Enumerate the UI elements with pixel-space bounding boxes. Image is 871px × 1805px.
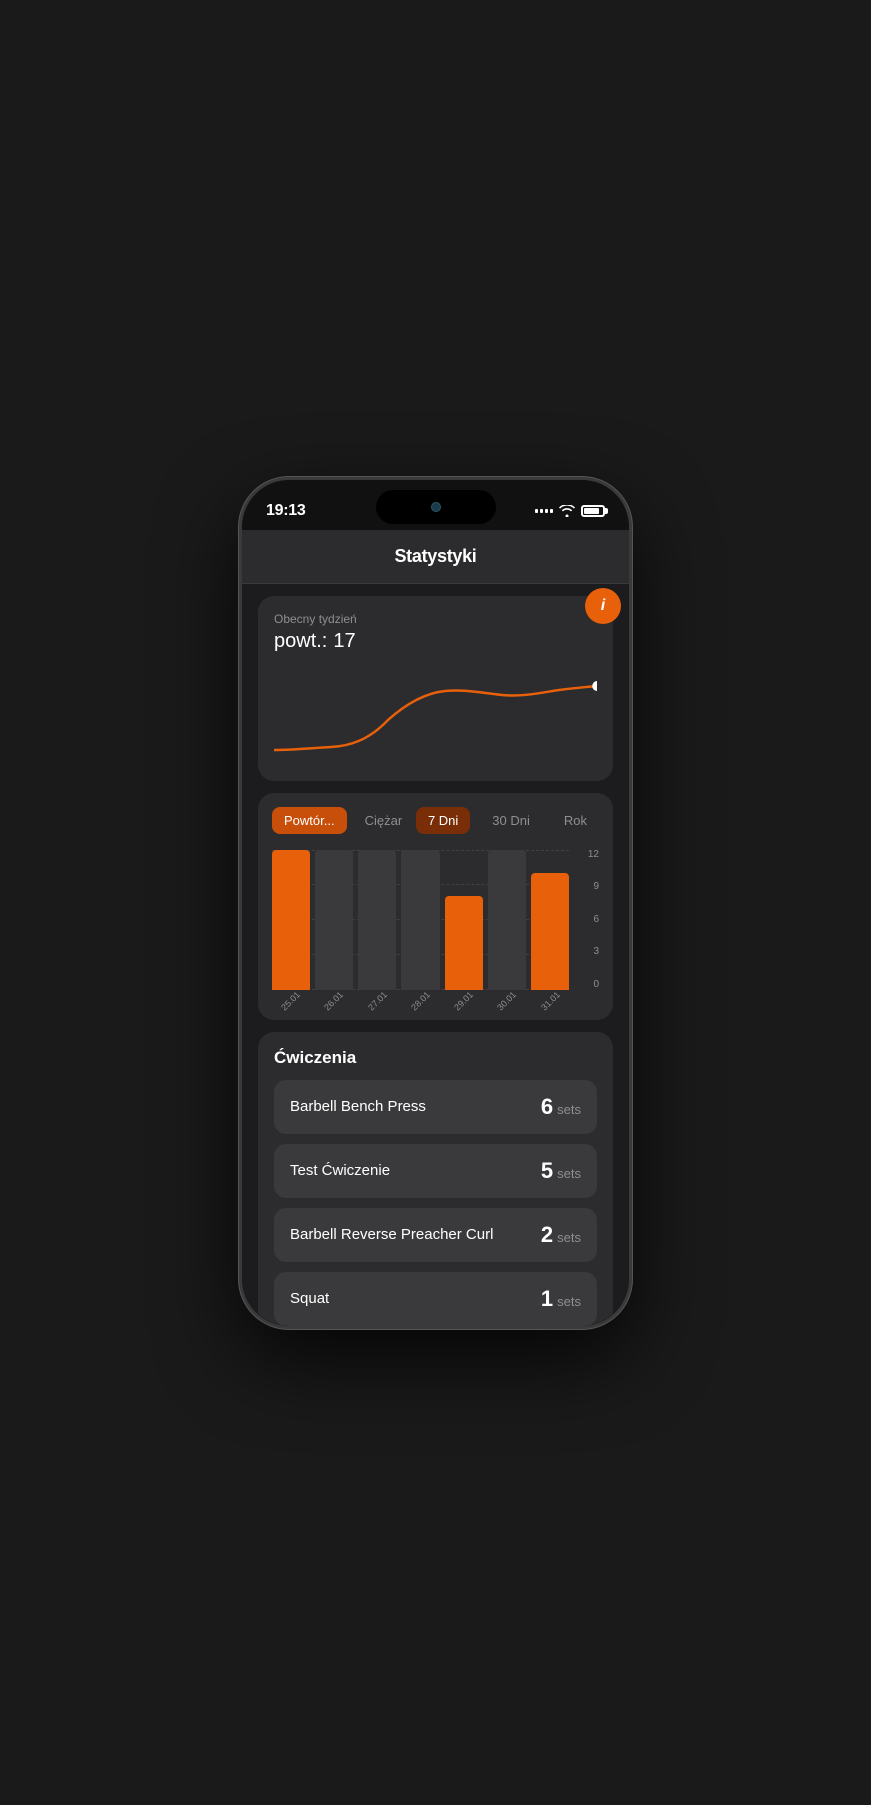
- line-chart: [274, 665, 597, 765]
- bars-container: [272, 850, 599, 990]
- bar-col-5: [445, 850, 483, 990]
- sets-number-4: 1: [541, 1286, 553, 1312]
- bar-col-7: [531, 850, 569, 990]
- chart-metric-prefix: powt.:: [274, 630, 327, 652]
- phone-frame: 19:13: [239, 477, 632, 1329]
- dynamic-island: [376, 490, 496, 524]
- filter-30days[interactable]: 30 Dni: [480, 807, 542, 834]
- bar-col-2: [315, 850, 353, 990]
- phone-inner: 19:13: [242, 480, 629, 1326]
- sets-label-2: sets: [557, 1166, 581, 1181]
- wifi-icon: [559, 505, 575, 517]
- filter-weight[interactable]: Ciężar: [353, 807, 415, 834]
- exercise-item-4[interactable]: Squat 1 sets: [274, 1272, 597, 1326]
- chart-value: powt.: 17: [274, 630, 597, 653]
- battery-fill: [584, 508, 599, 514]
- chart-period-label: Obecny tydzień: [274, 612, 597, 626]
- bar-3: [358, 850, 396, 990]
- exercise-name-2: Test Ćwiczenie: [290, 1161, 390, 1181]
- sets-number-2: 5: [541, 1158, 553, 1184]
- filter-7days[interactable]: 7 Dni: [416, 807, 470, 834]
- page-title: Statystyki: [394, 546, 476, 566]
- scroll-content[interactable]: Statystyki i Obecny tydzień powt.: 17: [242, 530, 629, 1326]
- filter-left: Powtór... Ciężar: [272, 807, 414, 834]
- filter-row: Powtór... Ciężar 7 Dni 30 Dni Rok: [272, 807, 599, 834]
- bar-col-6: [488, 850, 526, 990]
- sets-number-1: 6: [541, 1094, 553, 1120]
- signal-icon: [535, 509, 553, 513]
- exercise-item-2[interactable]: Test Ćwiczenie 5 sets: [274, 1144, 597, 1198]
- bar-1: [272, 850, 310, 990]
- dynamic-island-camera: [431, 502, 441, 512]
- x-labels: 25.01 26.01 27.01 28.01 29.01 30.01 31.0…: [272, 996, 599, 1006]
- bar-4: [401, 850, 439, 990]
- exercise-item-3[interactable]: Barbell Reverse Preacher Curl 2 sets: [274, 1208, 597, 1262]
- line-chart-svg: [274, 665, 597, 765]
- page-header: Statystyki: [242, 530, 629, 584]
- status-time: 19:13: [266, 502, 305, 520]
- bar-col-1: [272, 850, 310, 990]
- exercise-list: Barbell Bench Press 6 sets Test Ćwiczeni…: [274, 1080, 597, 1326]
- chart-metric-value: 17: [333, 630, 355, 652]
- filter-repetitions[interactable]: Powtór...: [272, 807, 347, 834]
- sets-label-4: sets: [557, 1294, 581, 1309]
- bar-chart-area: 0 3 6 9 12: [272, 850, 599, 990]
- exercise-item-1[interactable]: Barbell Bench Press 6 sets: [274, 1080, 597, 1134]
- info-button[interactable]: i: [585, 588, 621, 624]
- bar-6: [488, 850, 526, 990]
- bar-2: [315, 850, 353, 990]
- sets-label-3: sets: [557, 1230, 581, 1245]
- exercise-name-4: Squat: [290, 1289, 329, 1309]
- exercises-section: Ćwiczenia Barbell Bench Press 6 sets Tes…: [258, 1032, 613, 1326]
- bar-col-4: [401, 850, 439, 990]
- exercise-sets-2: 5 sets: [541, 1158, 581, 1184]
- exercise-sets-4: 1 sets: [541, 1286, 581, 1312]
- exercise-sets-1: 6 sets: [541, 1094, 581, 1120]
- status-bar: 19:13: [242, 480, 629, 530]
- bar-7: [531, 873, 569, 989]
- bar-chart-card: Powtór... Ciężar 7 Dni 30 Dni Rok: [258, 793, 613, 1020]
- line-chart-card: i Obecny tydzień powt.:17: [258, 596, 613, 781]
- bar-5: [445, 896, 483, 990]
- exercise-name-3: Barbell Reverse Preacher Curl: [290, 1225, 493, 1245]
- main-content: i Obecny tydzień powt.: 17: [242, 584, 629, 1326]
- exercise-sets-3: 2 sets: [541, 1222, 581, 1248]
- battery-icon: [581, 505, 605, 517]
- filter-right: 7 Dni 30 Dni Rok: [416, 807, 599, 834]
- exercises-title: Ćwiczenia: [274, 1048, 597, 1068]
- bar-col-3: [358, 850, 396, 990]
- sets-number-3: 2: [541, 1222, 553, 1248]
- filter-year[interactable]: Rok: [552, 807, 599, 834]
- exercise-name-1: Barbell Bench Press: [290, 1097, 426, 1117]
- status-right: [535, 505, 605, 517]
- sets-label-1: sets: [557, 1102, 581, 1117]
